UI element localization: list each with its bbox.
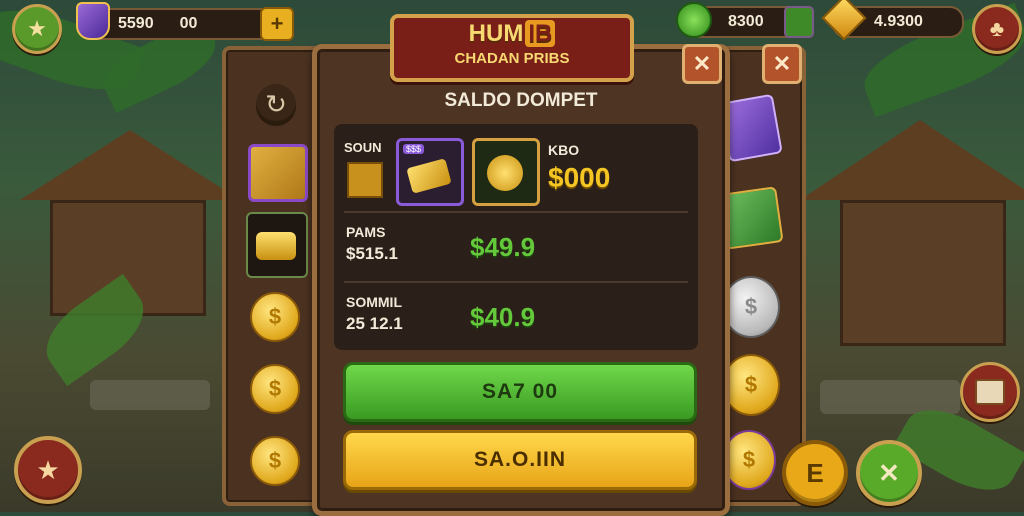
chest-icon bbox=[975, 379, 1005, 405]
coin-stack-slot[interactable] bbox=[472, 138, 540, 206]
hut-roof-right bbox=[800, 120, 1024, 200]
gold-amount: 5590 bbox=[118, 15, 154, 32]
wallet-heading: SALDO DOMPET bbox=[444, 90, 598, 111]
refresh-button[interactable]: ↻ bbox=[256, 84, 296, 124]
gold-extra: 00 bbox=[179, 15, 198, 32]
energy-amount: 4.9300 bbox=[874, 13, 923, 30]
gem-amount: 8300 bbox=[728, 13, 764, 30]
row-1-label: PAMS bbox=[346, 224, 386, 240]
row-2-value: $40.9 bbox=[470, 302, 536, 332]
stone-path-left bbox=[90, 380, 210, 410]
primary-action-button[interactable]: SA7 00 bbox=[343, 362, 697, 422]
hut-right bbox=[840, 200, 1006, 346]
silver-coin[interactable]: $ bbox=[722, 276, 780, 338]
dollar-coin-4[interactable]: $ bbox=[722, 354, 780, 416]
row-2-sub: 25 12.1 bbox=[346, 314, 403, 333]
balance-value: $000 bbox=[548, 162, 611, 193]
close-icon: ✕ bbox=[878, 457, 900, 488]
title-line-1: HUM IB bbox=[394, 20, 630, 48]
title-part-a: HUM bbox=[468, 20, 524, 47]
divider-2 bbox=[344, 281, 688, 283]
gold-bars-slot[interactable] bbox=[246, 212, 308, 278]
row-1-sub: $515.1 bbox=[346, 244, 398, 263]
main-close-button[interactable]: ✕ bbox=[682, 44, 722, 84]
stone-path-right bbox=[820, 380, 960, 414]
dollar-coin-3[interactable]: $ bbox=[250, 436, 300, 486]
menu-button[interactable]: ★ bbox=[12, 4, 62, 54]
refresh-icon: ↻ bbox=[265, 88, 287, 119]
close-icon: ✕ bbox=[692, 51, 712, 76]
ticket-icon bbox=[406, 158, 452, 194]
settings-button[interactable]: ♣ bbox=[972, 4, 1022, 54]
exchange-icon: E bbox=[806, 457, 824, 488]
title-line-2: CHADAN PRIBS bbox=[454, 50, 570, 67]
divider-1 bbox=[344, 211, 688, 213]
star-icon: ★ bbox=[27, 16, 47, 41]
close-icon: ✕ bbox=[772, 51, 792, 76]
hut-roof-left bbox=[20, 130, 240, 200]
row-1-value: $49.9 bbox=[470, 232, 536, 262]
slot-label: SOUN bbox=[344, 140, 382, 155]
chest-button[interactable] bbox=[960, 362, 1020, 422]
shield-gem-icon bbox=[76, 2, 110, 40]
star-icon: ★ bbox=[36, 454, 60, 485]
favorites-button[interactable]: ★ bbox=[14, 436, 82, 504]
ticket-slot[interactable]: $$$ bbox=[396, 138, 464, 206]
exchange-button[interactable]: E bbox=[782, 440, 848, 506]
ticket-card-icon[interactable] bbox=[248, 144, 308, 202]
secondary-action-button[interactable]: SA.O.IIN bbox=[343, 430, 697, 490]
title-part-b: IB bbox=[525, 20, 556, 47]
card-tag: $$$ bbox=[403, 144, 425, 154]
close-game-button[interactable]: ✕ bbox=[856, 440, 922, 506]
row-2-label: SOMMIL bbox=[346, 294, 402, 310]
empty-slot[interactable] bbox=[347, 162, 383, 198]
add-gold-button[interactable]: + bbox=[260, 7, 294, 41]
add-gem-button[interactable] bbox=[784, 6, 814, 38]
dollar-coin-5[interactable]: $ bbox=[722, 430, 776, 490]
gold-bars-icon bbox=[256, 232, 296, 260]
green-gem-icon bbox=[676, 2, 712, 38]
balance-label: KBO bbox=[548, 142, 580, 158]
title-banner: HUM IB CHADAN PRIBS bbox=[390, 14, 634, 82]
right-close-button[interactable]: ✕ bbox=[762, 44, 802, 84]
add-label: + bbox=[270, 11, 284, 36]
club-icon: ♣ bbox=[989, 16, 1005, 41]
dollar-coin-2[interactable]: $ bbox=[250, 364, 300, 414]
coin-stack-icon bbox=[487, 155, 523, 191]
dollar-coin-1[interactable]: $ bbox=[250, 292, 300, 342]
